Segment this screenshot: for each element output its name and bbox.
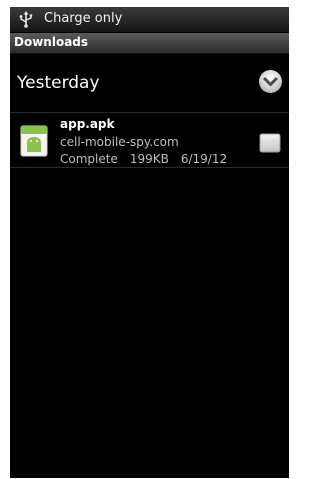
file-name: app.apk — [60, 117, 115, 131]
page-title: Downloads — [14, 35, 89, 49]
status-bar: Charge only — [10, 7, 289, 33]
status-text: Charge only — [44, 11, 123, 26]
file-source: cell-mobile-spy.com — [60, 135, 179, 149]
status-text: Complete — [60, 152, 118, 166]
chevron-down-icon[interactable] — [258, 69, 283, 94]
download-date: 6/19/12 — [180, 152, 228, 166]
usb-icon — [19, 11, 33, 28]
checkbox[interactable] — [259, 133, 281, 153]
android-apk-icon — [20, 125, 48, 157]
divider — [10, 167, 289, 168]
group-label: Yesterday — [17, 73, 100, 93]
file-size: 199KB — [129, 152, 169, 166]
file-meta: Complete 199KB 6/19/12 — [60, 152, 227, 166]
device-screen: Charge only Downloads Yesterday app.apk — [10, 7, 289, 478]
title-bar: Downloads — [10, 33, 289, 54]
download-list-item[interactable]: app.apk cell-mobile-spy.com Complete 199K… — [10, 113, 289, 167]
date-group-header[interactable]: Yesterday — [10, 54, 289, 112]
